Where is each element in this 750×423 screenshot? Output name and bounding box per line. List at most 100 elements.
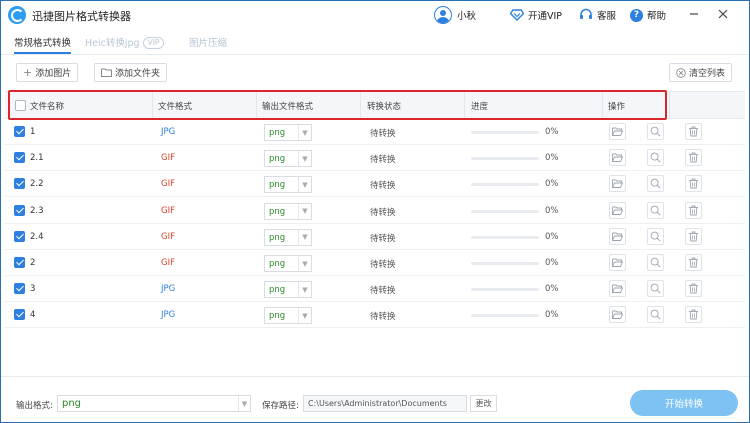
preview-button[interactable] [647, 123, 664, 140]
output-format-select[interactable]: png ▼ [264, 176, 312, 194]
trash-icon [689, 178, 698, 189]
open-folder-button[interactable] [609, 201, 626, 219]
folder-open-icon [612, 258, 623, 267]
trash-icon [689, 309, 698, 320]
close-icon[interactable] [716, 7, 730, 21]
start-convert-button[interactable]: 开始转换 [630, 390, 738, 416]
progress-text: 0% [545, 153, 559, 164]
delete-button[interactable] [685, 254, 702, 271]
tab-image-compress[interactable]: 图片压缩 [189, 35, 227, 49]
headset-icon [580, 8, 592, 19]
open-folder-button[interactable] [609, 280, 626, 298]
preview-button[interactable] [647, 201, 664, 219]
username: 小秋 [457, 11, 477, 22]
clear-list-button[interactable]: 清空列表 [669, 63, 733, 82]
output-format-value: png [269, 311, 286, 322]
progress-text: 0% [545, 310, 559, 321]
change-path-button[interactable]: 更改 [470, 395, 497, 412]
title-bar: 迅捷图片格式转换器 小秋 开通VIP 客服 ? 帮助 [1, 1, 749, 29]
output-format-select[interactable]: png ▼ [264, 307, 312, 325]
conversion-status: 待转换 [370, 312, 396, 323]
tab-regular-convert[interactable]: 常规格式转换 [14, 35, 71, 49]
conversion-status: 待转换 [370, 260, 396, 270]
progress-bar [471, 183, 539, 187]
delete-button[interactable] [685, 149, 702, 167]
preview-button[interactable] [647, 306, 664, 324]
row-checkbox[interactable] [14, 204, 25, 216]
progress-text: 0% [545, 205, 559, 216]
help-button[interactable]: ? 帮助 [630, 6, 666, 24]
save-path-input[interactable]: C:\Users\Administrator\Documents [303, 395, 467, 412]
user-account[interactable]: 小秋 [434, 6, 476, 24]
header-highlight-box [8, 90, 667, 120]
vip-button[interactable]: 开通VIP [510, 6, 562, 24]
clear-list-label: 清空列表 [689, 69, 726, 79]
preview-button[interactable] [647, 280, 664, 298]
open-folder-button[interactable] [609, 306, 626, 324]
row-checkbox[interactable] [14, 126, 25, 137]
conversion-status: 待转换 [370, 129, 396, 139]
open-folder-button[interactable] [609, 227, 626, 245]
output-format-select[interactable]: png ▼ [264, 281, 312, 299]
magnifier-icon [650, 231, 661, 242]
preview-button[interactable] [647, 254, 664, 271]
conversion-status: 待转换 [370, 181, 396, 192]
file-format: JPG [161, 127, 176, 137]
open-folder-button[interactable] [609, 254, 626, 271]
delete-button[interactable] [685, 280, 702, 298]
progress-text: 0% [545, 284, 559, 295]
output-format-select[interactable]: png ▼ [264, 150, 312, 168]
tab-heic-to-jpg[interactable]: Heic转换jpg VIP [85, 35, 165, 49]
chevron-down-icon: ▼ [298, 229, 311, 245]
output-format-value: png [269, 180, 286, 191]
tabs-divider [1, 54, 749, 55]
add-image-button[interactable]: + 添加图片 [16, 63, 79, 82]
output-format-select[interactable]: png ▼ [264, 124, 312, 141]
row-checkbox[interactable] [14, 178, 25, 190]
progress-bar [471, 157, 539, 161]
minimize-icon[interactable] [687, 7, 701, 21]
row-checkbox[interactable] [14, 283, 25, 295]
table-row: 1 JPG png ▼ 待转换 0% [5, 119, 745, 145]
file-name: 1 [30, 127, 36, 137]
trash-icon [689, 152, 698, 163]
open-folder-button[interactable] [609, 149, 626, 167]
global-output-format-select[interactable]: png ▼ [57, 395, 251, 412]
open-folder-button[interactable] [609, 123, 626, 140]
delete-button[interactable] [685, 306, 702, 324]
row-checkbox[interactable] [14, 230, 25, 242]
table-row: 2.3 GIF png ▼ 待转换 0% [5, 198, 745, 224]
tab-bar: 常规格式转换 Heic转换jpg VIP 图片压缩 [1, 31, 749, 53]
open-folder-button[interactable] [609, 175, 626, 193]
folder-open-icon [612, 179, 623, 189]
add-folder-button[interactable]: 添加文件夹 [94, 63, 168, 82]
row-checkbox[interactable] [14, 309, 25, 321]
progress-text: 0% [545, 258, 559, 268]
delete-button[interactable] [685, 227, 702, 245]
output-format-select[interactable]: png ▼ [264, 255, 312, 272]
service-button[interactable]: 客服 [579, 6, 616, 24]
row-checkbox[interactable] [14, 257, 25, 268]
delete-button[interactable] [685, 123, 702, 140]
save-path-label: 保存路径: [262, 401, 299, 411]
progress-text: 0% [545, 231, 559, 242]
diamond-icon [510, 9, 524, 21]
preview-button[interactable] [647, 175, 664, 193]
delete-button[interactable] [685, 201, 702, 219]
delete-button[interactable] [685, 175, 702, 193]
preview-button[interactable] [647, 149, 664, 167]
preview-button[interactable] [647, 227, 664, 245]
folder-open-icon [612, 206, 623, 215]
magnifier-icon [650, 257, 661, 268]
folder-open-icon [612, 310, 623, 320]
file-name: 3 [30, 284, 36, 295]
chevron-down-icon: ▼ [298, 282, 311, 298]
output-format-select[interactable]: png ▼ [264, 202, 312, 220]
output-format-value: png [269, 154, 286, 165]
output-format-select[interactable]: png ▼ [264, 228, 312, 246]
progress-text: 0% [545, 179, 559, 190]
conversion-status: 待转换 [370, 233, 396, 244]
row-checkbox[interactable] [14, 152, 25, 164]
folder-open-icon [612, 153, 623, 163]
vip-badge: VIP [142, 37, 165, 49]
